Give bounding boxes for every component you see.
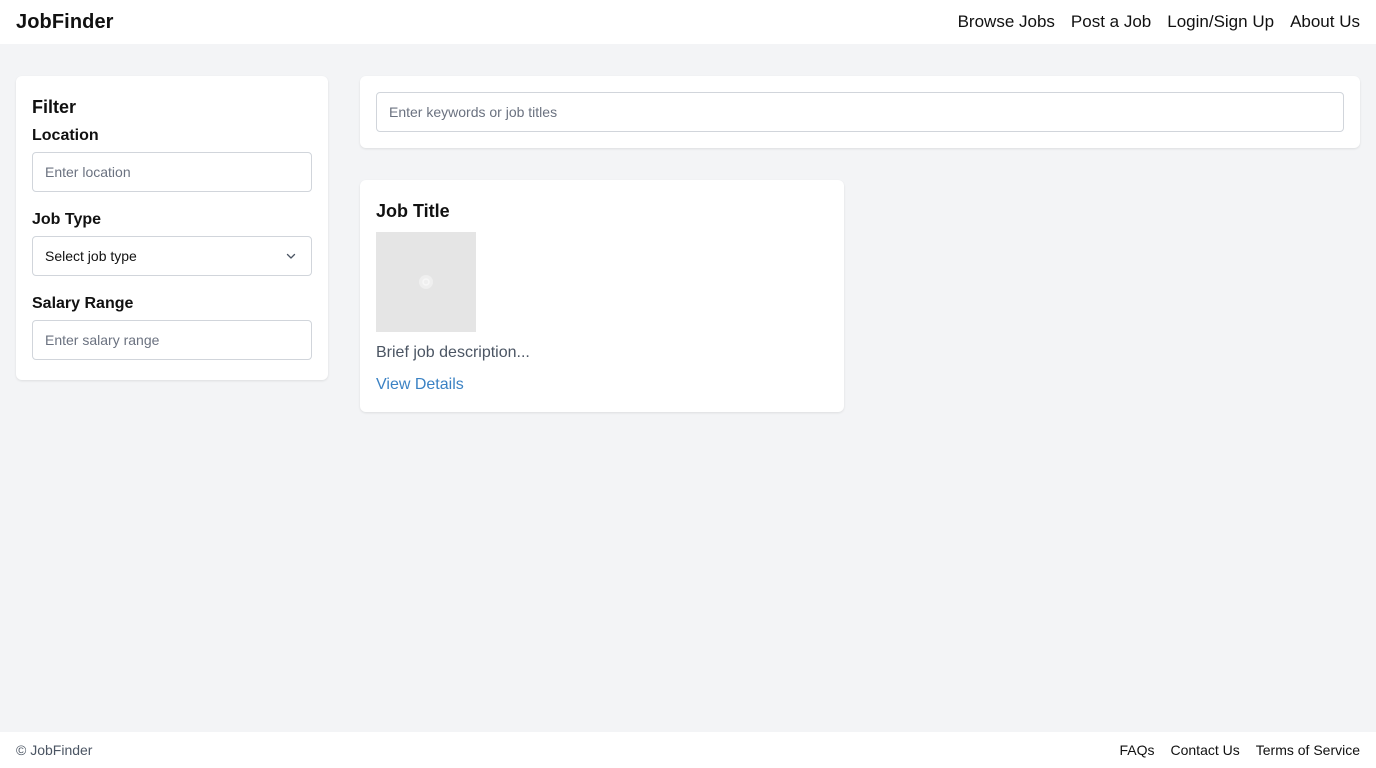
copyright-text: © JobFinder [16,742,93,758]
job-card: Job Title Brief job description... View … [360,180,844,412]
search-input[interactable] [376,92,1344,132]
footer-link-terms-of-service[interactable]: Terms of Service [1256,742,1360,758]
nav-browse-jobs[interactable]: Browse Jobs [958,12,1055,32]
main-nav: Browse Jobs Post a Job Login/Sign Up Abo… [958,12,1360,32]
salary-range-input[interactable] [32,320,312,360]
search-panel [360,76,1360,148]
footer-nav: FAQs Contact Us Terms of Service [1119,742,1360,758]
nav-post-a-job[interactable]: Post a Job [1071,12,1151,32]
location-input[interactable] [32,152,312,192]
footer-link-contact-us[interactable]: Contact Us [1171,742,1240,758]
top-navbar: JobFinder Browse Jobs Post a Job Login/S… [0,0,1376,44]
filter-title: Filter [32,97,77,117]
job-image [376,232,476,332]
job-type-selected-value: Select job type [45,248,137,264]
job-type-label: Job Type [32,211,102,228]
chevron-down-icon [286,253,296,259]
footer-link-faqs[interactable]: FAQs [1119,742,1154,758]
filter-panel: Filter Location Job Type Select job type… [16,76,328,380]
salary-range-label: Salary Range [32,295,134,312]
brand-logo[interactable]: JobFinder [16,11,114,34]
job-description: Brief job description... [376,344,530,361]
job-title: Job Title [376,201,450,221]
location-label: Location [32,127,99,144]
page-footer: © JobFinder FAQs Contact Us Terms of Ser… [0,732,1376,768]
nav-login-signup[interactable]: Login/Sign Up [1167,12,1274,32]
view-details-link[interactable]: View Details [376,374,464,396]
nav-about-us[interactable]: About Us [1290,12,1360,32]
image-placeholder-icon [419,275,433,289]
job-type-select[interactable]: Select job type [32,236,312,276]
